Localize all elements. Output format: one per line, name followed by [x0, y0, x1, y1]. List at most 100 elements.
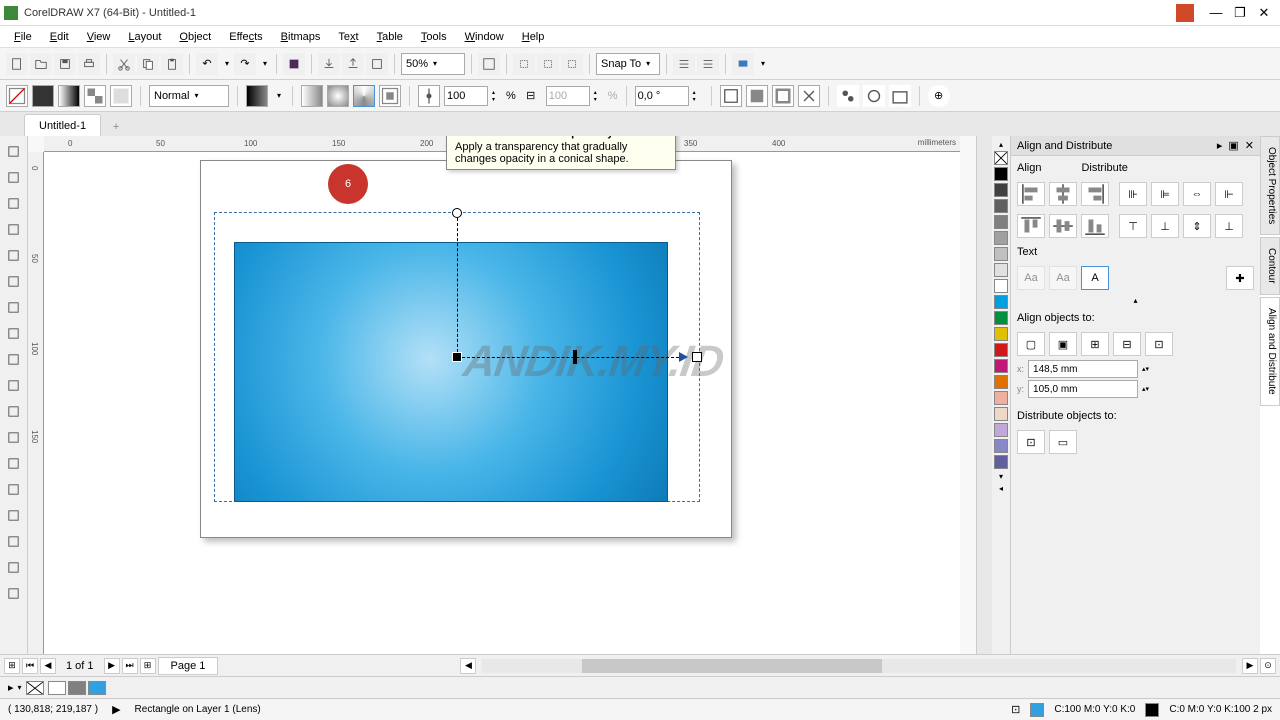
dist-top-button[interactable]: ⊤	[1119, 214, 1147, 238]
options-button[interactable]	[673, 53, 695, 75]
color-swatch[interactable]	[994, 455, 1008, 469]
align-right-button[interactable]	[1081, 182, 1109, 206]
conical-fountain-button[interactable]	[353, 85, 375, 107]
dist-spacing-v-button[interactable]: ⇕	[1183, 214, 1211, 238]
y-input[interactable]	[1028, 380, 1138, 398]
color-swatch[interactable]	[994, 199, 1008, 213]
color-swatch[interactable]	[994, 343, 1008, 357]
color-swatch[interactable]	[994, 183, 1008, 197]
color-swatch[interactable]	[994, 311, 1008, 325]
connector-tool[interactable]	[2, 425, 26, 449]
menu-edit[interactable]: Edit	[42, 29, 77, 45]
doc-color-swatch[interactable]	[88, 681, 106, 695]
page-tab[interactable]: Page 1	[158, 657, 219, 675]
docker-tab-object-properties[interactable]: Object Properties	[1260, 136, 1280, 235]
show-rulers-button[interactable]	[513, 53, 535, 75]
align-left-button[interactable]	[1017, 182, 1045, 206]
color-swatch[interactable]	[994, 391, 1008, 405]
dist-center-h-button[interactable]: ⊫	[1151, 182, 1179, 206]
viewport[interactable]: ANDIK.MY.ID 6 Conical fountain transpare…	[44, 152, 960, 654]
dist-selection-button[interactable]: ⊡	[1017, 430, 1045, 454]
redo-button[interactable]: ↷	[234, 53, 256, 75]
menu-text[interactable]: Text	[330, 29, 366, 45]
midpoint-button[interactable]: ⊟	[520, 85, 542, 107]
show-grid-button[interactable]	[537, 53, 559, 75]
color-swatch[interactable]	[994, 279, 1008, 293]
mid-handle[interactable]	[573, 350, 577, 364]
document-tab[interactable]: Untitled-1	[24, 114, 101, 136]
prev-page-button[interactable]: ◀	[40, 658, 56, 674]
launch-button[interactable]	[732, 53, 754, 75]
midpoint-input[interactable]	[546, 86, 590, 106]
add-page-button[interactable]: ⊞	[4, 658, 20, 674]
menu-object[interactable]: Object	[171, 29, 219, 45]
opacity-input[interactable]	[444, 86, 488, 106]
outline-tool[interactable]	[2, 529, 26, 553]
text-tool[interactable]	[2, 373, 26, 397]
artistic-tool[interactable]	[2, 269, 26, 293]
rotation-handle[interactable]	[452, 208, 462, 218]
elliptical-fountain-button[interactable]	[327, 85, 349, 107]
dist-page-button[interactable]: ▭	[1049, 430, 1077, 454]
palette-dropdown[interactable]: ▾	[18, 683, 22, 692]
hscroll-right[interactable]: ▶	[1242, 658, 1258, 674]
first-page-button[interactable]: ⏮	[22, 658, 38, 674]
fill-indicator[interactable]	[1030, 703, 1044, 717]
color-swatch[interactable]	[994, 359, 1008, 373]
minimize-button[interactable]: —	[1204, 3, 1228, 23]
dist-center-v-button[interactable]: ⊥	[1151, 214, 1179, 238]
last-page-button[interactable]: ⏭	[122, 658, 138, 674]
outline-indicator[interactable]	[1145, 703, 1159, 717]
color-swatch[interactable]	[994, 423, 1008, 437]
color-swatch[interactable]	[994, 375, 1008, 389]
fountain-transparency-button[interactable]	[58, 85, 80, 107]
play-icon[interactable]: ▶	[112, 703, 120, 716]
align-grid-button[interactable]: ⊟	[1113, 332, 1141, 356]
add-button[interactable]: ⊕	[928, 85, 950, 107]
hscroll-left[interactable]: ◀	[460, 658, 476, 674]
export-button[interactable]	[342, 53, 364, 75]
uniform-transparency-button[interactable]	[32, 85, 54, 107]
outline-toggle-button[interactable]: ✚	[1226, 266, 1254, 290]
apply-fill-button[interactable]	[746, 85, 768, 107]
menu-table[interactable]: Table	[369, 29, 411, 45]
navigator-button[interactable]: ⊙	[1260, 658, 1276, 674]
align-top-button[interactable]	[1017, 214, 1045, 238]
linear-fountain-button[interactable]	[301, 85, 323, 107]
dist-left-button[interactable]: ⊪	[1119, 182, 1147, 206]
copy-button[interactable]	[137, 53, 159, 75]
panel-close-icon[interactable]: ✕	[1245, 139, 1254, 152]
angle-input[interactable]	[635, 86, 689, 106]
menu-view[interactable]: View	[79, 29, 119, 45]
docker-tab-align-and-distribute[interactable]: Align and Distribute	[1260, 297, 1280, 406]
palette-menu[interactable]: ▸	[8, 681, 14, 694]
dist-spacing-h-button[interactable]: ⇔	[1183, 182, 1211, 206]
paste-button[interactable]	[161, 53, 183, 75]
menu-tools[interactable]: Tools	[413, 29, 455, 45]
panel-collapse-icon[interactable]: ▣	[1228, 139, 1238, 152]
x-input[interactable]	[1028, 360, 1138, 378]
transparency-picker-dropdown[interactable]: ▾	[274, 91, 284, 100]
apply-outline-button[interactable]	[772, 85, 794, 107]
menu-window[interactable]: Window	[457, 29, 512, 45]
free-scale-button[interactable]	[720, 85, 742, 107]
color-swatch[interactable]	[994, 215, 1008, 229]
hscrollbar[interactable]	[482, 659, 1236, 673]
undo-dropdown[interactable]: ▾	[222, 59, 232, 68]
no-color-swatch[interactable]	[26, 681, 44, 695]
add-page-after-button[interactable]: ⊞	[140, 658, 156, 674]
eyedropper-tool[interactable]	[2, 503, 26, 527]
close-button[interactable]: ✕	[1252, 3, 1276, 23]
no-fill-swatch[interactable]	[994, 151, 1008, 165]
panel-header[interactable]: Align and Distribute ▸ ▣ ✕	[1011, 136, 1260, 156]
align-point-button[interactable]: ⊡	[1145, 332, 1173, 356]
text-box-button[interactable]: A	[1081, 266, 1109, 290]
align-center-v-button[interactable]	[1049, 214, 1077, 238]
palette-down[interactable]: ▾	[999, 470, 1003, 482]
freehand-tool[interactable]	[2, 243, 26, 267]
dist-bottom-button[interactable]: ⊥	[1215, 214, 1243, 238]
polygon-tool[interactable]	[2, 347, 26, 371]
color-swatch[interactable]	[994, 231, 1008, 245]
collapse-arrow[interactable]: ▴	[1133, 296, 1137, 305]
align-bottom-button[interactable]	[1081, 214, 1109, 238]
